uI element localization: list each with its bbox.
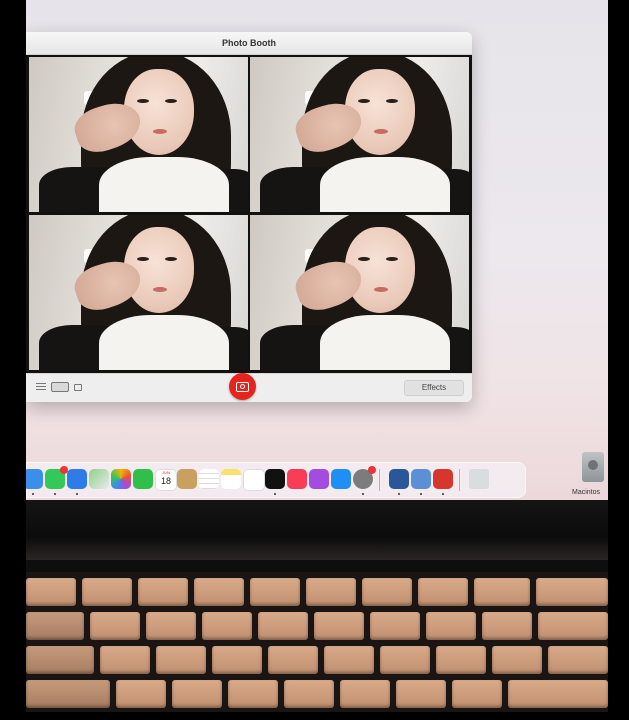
video-mode-icon[interactable] bbox=[74, 382, 83, 392]
key bbox=[138, 578, 188, 606]
music-icon[interactable] bbox=[287, 469, 307, 489]
key bbox=[100, 646, 150, 674]
key bbox=[396, 680, 446, 708]
apple-tv-icon[interactable] bbox=[265, 469, 285, 495]
key bbox=[156, 646, 206, 674]
preview-icon[interactable] bbox=[411, 469, 431, 495]
contacts-icon[interactable] bbox=[177, 469, 197, 489]
key bbox=[538, 612, 608, 640]
key bbox=[116, 680, 166, 708]
key bbox=[26, 578, 76, 606]
key bbox=[194, 578, 244, 606]
dock-separator bbox=[459, 469, 460, 491]
photo-booth-toolbar: Effects bbox=[26, 373, 472, 402]
freeform-icon[interactable] bbox=[243, 469, 265, 491]
key bbox=[172, 680, 222, 708]
laptop-bezel bbox=[26, 500, 608, 560]
key bbox=[340, 680, 390, 708]
key bbox=[26, 612, 84, 640]
messages-icon[interactable] bbox=[45, 466, 68, 495]
key bbox=[284, 680, 334, 708]
single-photo-view-icon[interactable] bbox=[51, 382, 69, 392]
window-title: Photo Booth bbox=[222, 38, 276, 48]
key bbox=[82, 578, 132, 606]
podcasts-icon[interactable] bbox=[309, 469, 329, 489]
key bbox=[436, 646, 486, 674]
calendar-icon[interactable]: JUN 18 bbox=[155, 469, 177, 491]
key bbox=[314, 612, 364, 640]
dock: JUN 18 bbox=[26, 462, 526, 498]
key bbox=[26, 646, 94, 674]
system-settings-icon[interactable] bbox=[353, 466, 376, 495]
desktop: Photo Booth Effects Macintos JUN 18 bbox=[26, 0, 608, 500]
facetime-icon[interactable] bbox=[133, 469, 153, 489]
trash-icon[interactable] bbox=[469, 469, 489, 489]
grid-view-icon[interactable] bbox=[36, 382, 46, 392]
photo-of-laptop-screen: Photo Booth Effects Macintos JUN 18 bbox=[26, 0, 608, 712]
key bbox=[306, 578, 356, 606]
photo-2[interactable] bbox=[250, 57, 469, 212]
photo-3[interactable] bbox=[29, 215, 248, 370]
key bbox=[250, 578, 300, 606]
app-store-icon[interactable] bbox=[331, 469, 351, 489]
key bbox=[548, 646, 608, 674]
maps-icon[interactable] bbox=[89, 469, 109, 489]
mail-icon[interactable] bbox=[67, 469, 87, 495]
calendar-day: 18 bbox=[160, 476, 171, 486]
key bbox=[370, 612, 420, 640]
key bbox=[324, 646, 374, 674]
window-titlebar[interactable]: Photo Booth bbox=[26, 32, 472, 55]
reminders-icon[interactable] bbox=[199, 469, 219, 489]
notes-icon[interactable] bbox=[221, 469, 241, 489]
key bbox=[90, 612, 140, 640]
photos-icon[interactable] bbox=[111, 469, 131, 489]
photo-4[interactable] bbox=[250, 215, 469, 370]
key bbox=[258, 612, 308, 640]
photo-1[interactable] bbox=[29, 57, 248, 212]
photo-booth-window: Photo Booth Effects bbox=[26, 32, 472, 402]
key bbox=[452, 680, 502, 708]
photo-booth-icon[interactable] bbox=[433, 469, 453, 495]
key bbox=[202, 612, 252, 640]
key bbox=[474, 578, 530, 606]
keyboard bbox=[26, 572, 608, 712]
key bbox=[212, 646, 262, 674]
key bbox=[508, 680, 608, 708]
word-icon[interactable] bbox=[389, 469, 409, 495]
finder-icon[interactable] bbox=[26, 469, 43, 495]
key bbox=[228, 680, 278, 708]
take-photo-button[interactable] bbox=[229, 373, 256, 400]
key bbox=[482, 612, 532, 640]
key bbox=[492, 646, 542, 674]
key bbox=[146, 612, 196, 640]
key bbox=[418, 578, 468, 606]
camera-icon bbox=[236, 381, 249, 392]
key bbox=[536, 578, 608, 606]
key bbox=[268, 646, 318, 674]
key bbox=[26, 680, 110, 708]
disk-label: Macintos bbox=[572, 489, 601, 496]
photo-grid bbox=[26, 55, 472, 373]
effects-button[interactable]: Effects bbox=[404, 380, 464, 396]
hard-drive-icon[interactable] bbox=[582, 452, 604, 482]
key bbox=[426, 612, 476, 640]
dock-separator bbox=[379, 469, 380, 491]
key bbox=[380, 646, 430, 674]
key bbox=[362, 578, 412, 606]
